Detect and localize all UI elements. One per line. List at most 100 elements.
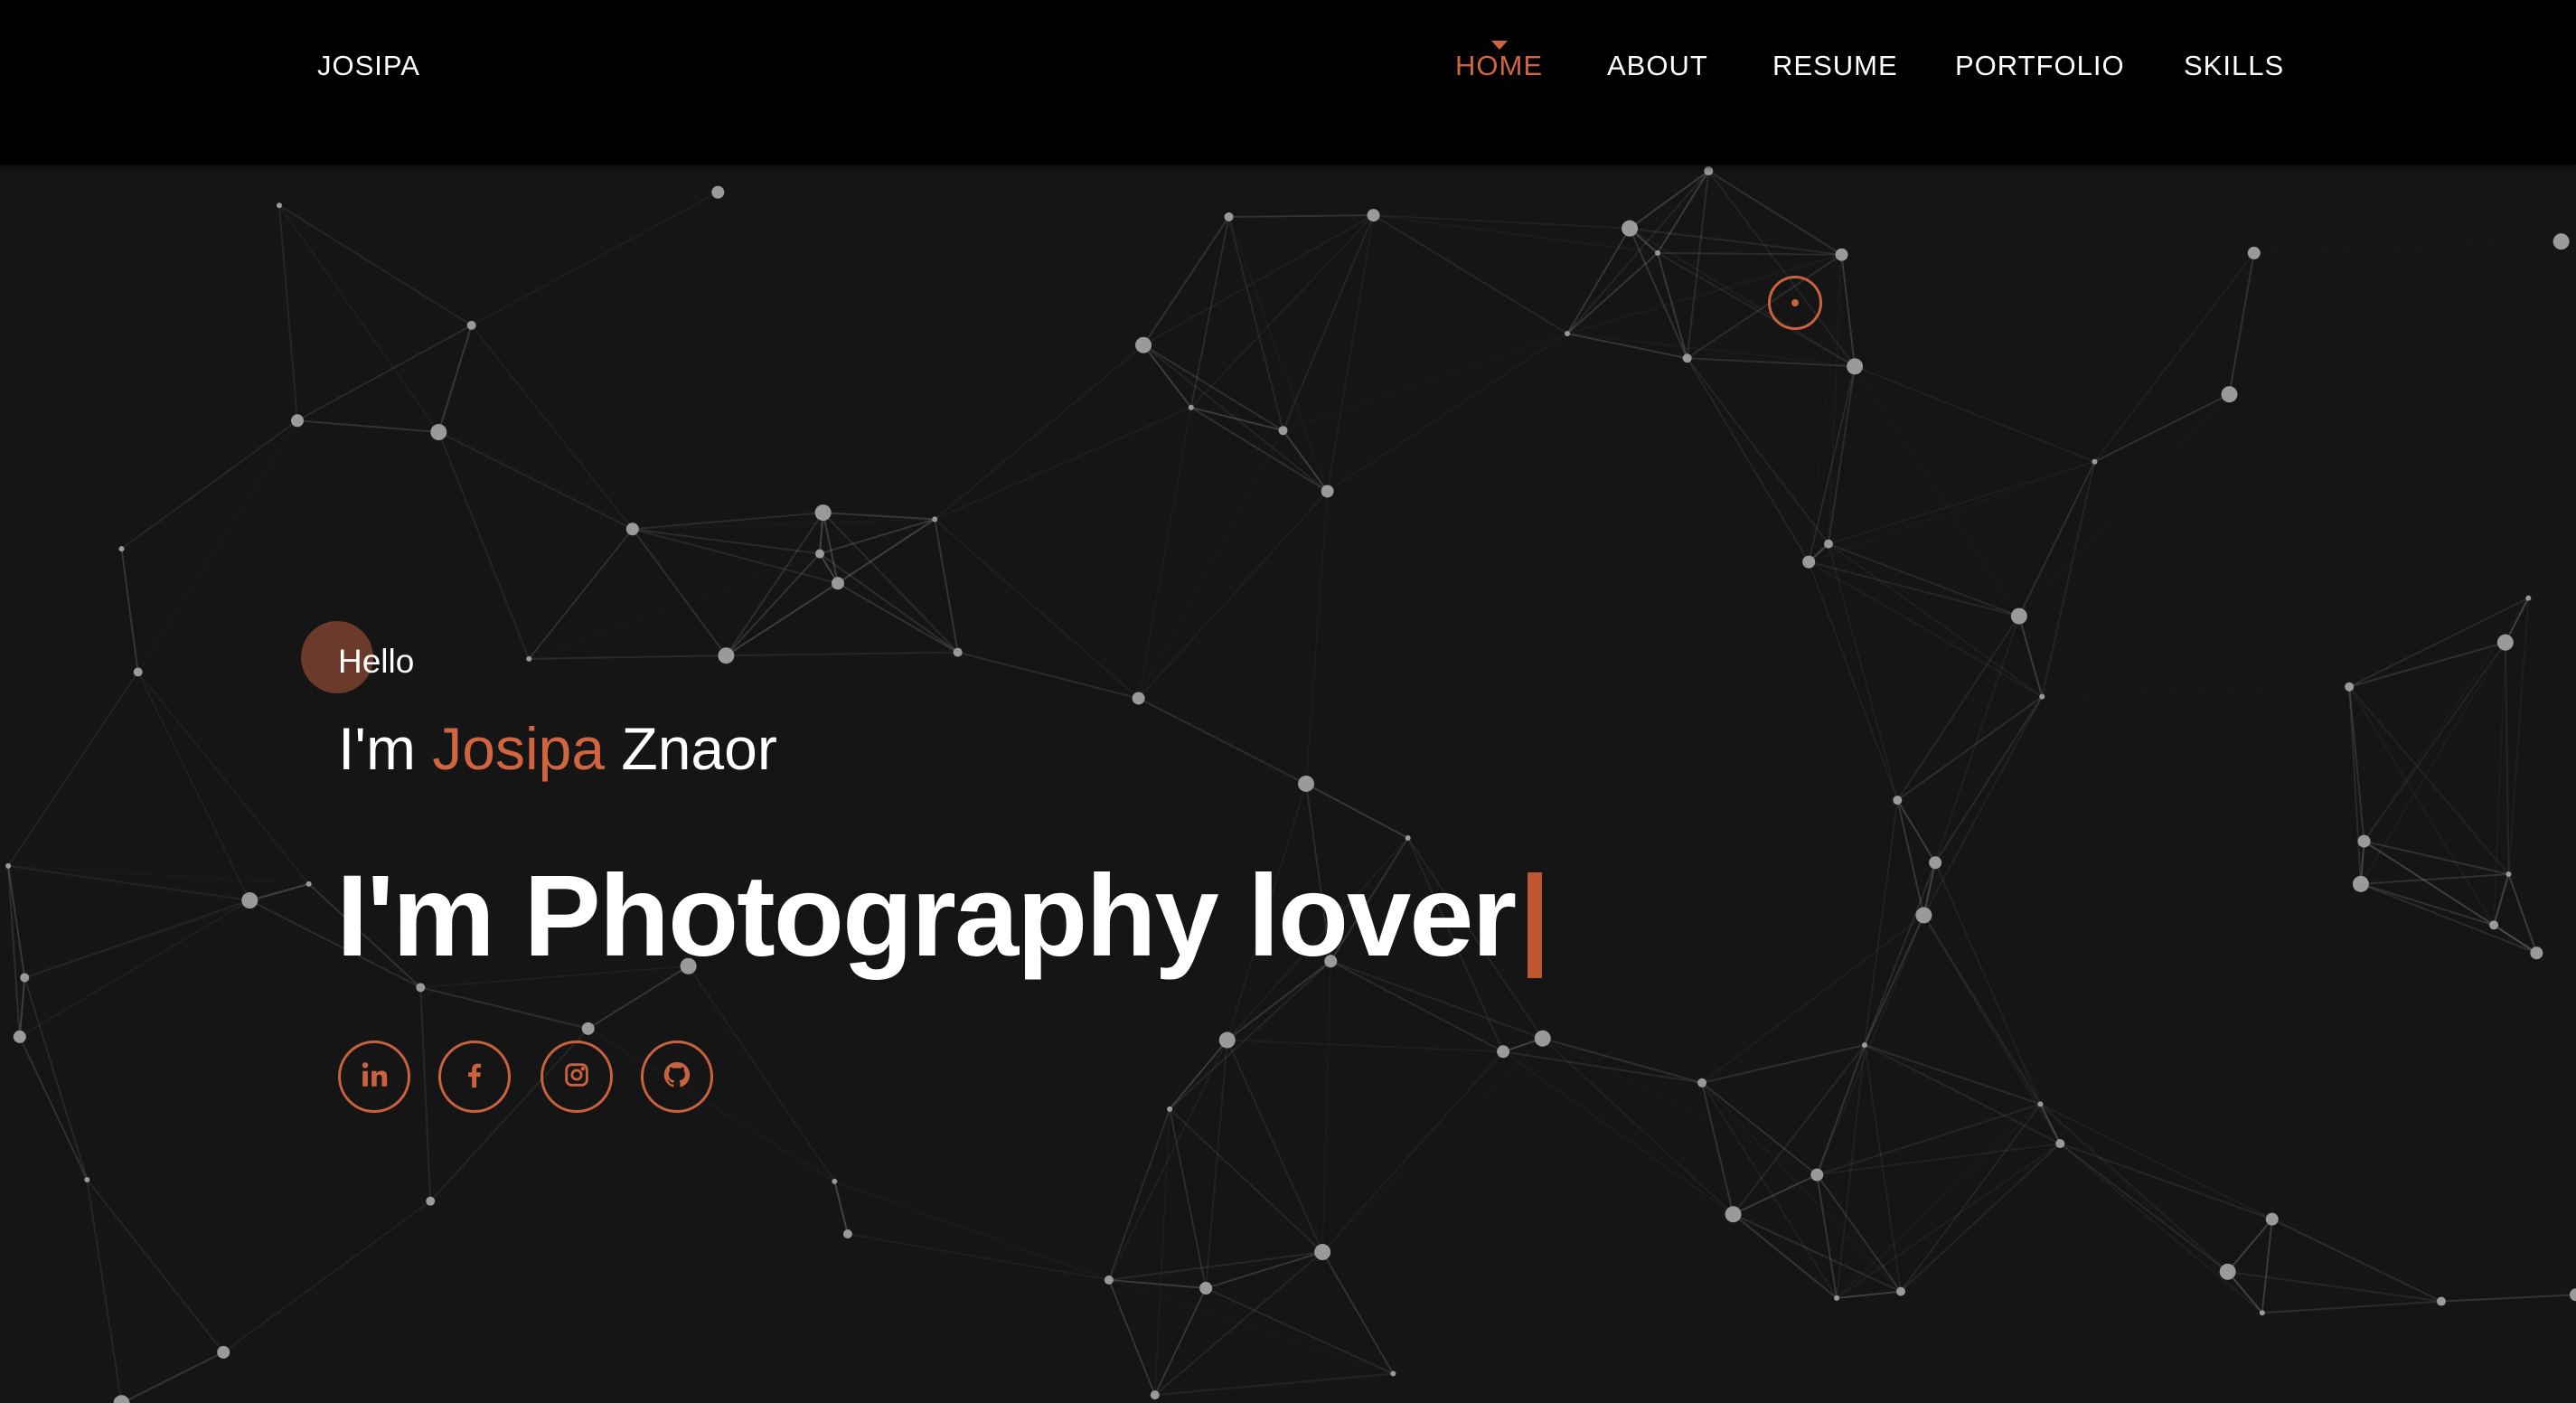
network-link [847, 1233, 1110, 1281]
network-node [1834, 1295, 1840, 1301]
network-link [1169, 1108, 1208, 1289]
network-link [1566, 170, 1710, 334]
network-link [1854, 365, 2020, 617]
network-node [113, 1395, 130, 1403]
network-link [1629, 228, 1688, 359]
network-node [416, 983, 426, 993]
network-link [136, 671, 310, 885]
network-link [1816, 1174, 1902, 1293]
network-link [1228, 214, 1374, 218]
network-link [2226, 1219, 2273, 1273]
network-link [471, 191, 719, 326]
network-link [819, 518, 935, 555]
network-link [1901, 1272, 2228, 1292]
network-node [1534, 1030, 1551, 1047]
network-link [689, 966, 848, 1234]
network-link [1282, 214, 1375, 431]
network-node [13, 1030, 26, 1043]
typing-caret [1528, 872, 1542, 978]
network-node [1367, 209, 1380, 222]
site-header: JOSIPA HOME ABOUT RESUME PORTFOLIO SKILL… [0, 0, 2576, 165]
network-link [529, 583, 838, 659]
network-link [20, 884, 309, 1037]
network-node [1654, 250, 1660, 256]
instagram-link[interactable] [541, 1040, 613, 1113]
network-link [1686, 357, 1829, 545]
network-node [1823, 539, 1833, 549]
network-link [1701, 1082, 1902, 1293]
network-link [1900, 1143, 2061, 1293]
network-node [1835, 248, 1848, 261]
network-link [1154, 1251, 1323, 1396]
network-link [1226, 1040, 1324, 1253]
network-link [24, 672, 137, 977]
network-link [837, 582, 959, 654]
network-link [1733, 1173, 1818, 1216]
network-link [8, 864, 309, 885]
network-link [437, 431, 531, 660]
network-link [1732, 1213, 1838, 1299]
network-link [588, 1027, 835, 1182]
network-link [419, 987, 432, 1201]
network-link [1327, 333, 1568, 493]
network-node [2055, 1139, 2065, 1149]
network-link [2059, 1143, 2263, 1314]
network-node [2265, 1212, 2279, 1226]
network-link [1896, 799, 1936, 863]
network-link [1142, 344, 1284, 432]
network-link [1169, 960, 1331, 1110]
network-link [2093, 252, 2255, 463]
network-node [814, 504, 832, 522]
nav-home[interactable]: HOME [1455, 41, 1543, 82]
network-node [2530, 946, 2543, 960]
network-link [1190, 406, 1329, 493]
network-link [1543, 1039, 1818, 1175]
network-link [1828, 460, 2095, 545]
network-link [1864, 862, 1937, 1046]
network-link [1896, 695, 2043, 801]
network-link [1864, 1044, 2041, 1106]
network-link [1137, 407, 1192, 699]
facebook-link[interactable] [438, 1040, 511, 1113]
nav-resume[interactable]: RESUME [1772, 50, 1898, 82]
network-node [953, 647, 963, 657]
network-link [2493, 642, 2506, 926]
network-link [18, 1036, 89, 1181]
network-link [833, 1181, 849, 1235]
github-icon [662, 1059, 692, 1095]
network-link [529, 654, 727, 660]
github-link[interactable] [641, 1040, 713, 1113]
network-node [2221, 386, 2238, 403]
custom-cursor [1768, 276, 1822, 330]
network-node [2092, 458, 2098, 465]
network-node [20, 973, 30, 983]
network-link [834, 1180, 1110, 1281]
brand-logo[interactable]: JOSIPA [317, 50, 420, 82]
network-node [2489, 920, 2499, 930]
greeting: Hello [338, 643, 415, 680]
nav-skills[interactable]: SKILLS [2184, 50, 2284, 82]
network-node [1810, 1168, 1824, 1182]
network-node [1697, 1078, 1707, 1088]
network-node [2496, 634, 2514, 651]
network-node [430, 424, 447, 441]
network-node [1622, 220, 1639, 237]
linkedin-link[interactable] [338, 1040, 410, 1113]
network-link [823, 512, 935, 521]
network-link [1283, 333, 1568, 432]
network-link [632, 518, 935, 531]
network-link [1808, 460, 2095, 563]
network-link [121, 1351, 224, 1403]
network-link [24, 882, 310, 979]
linkedin-icon [359, 1059, 390, 1095]
network-node [1725, 1206, 1742, 1223]
nav-portfolio[interactable]: PORTFOLIO [1955, 50, 2125, 82]
network-node [2247, 246, 2261, 259]
network-link [1686, 357, 1810, 563]
intro-last-name: Znaor [621, 715, 777, 782]
nav-about[interactable]: ABOUT [1607, 50, 1708, 82]
network-link [249, 882, 309, 902]
network-node [526, 655, 532, 662]
intro-first-name: Josipa [432, 715, 606, 782]
network-node [1390, 1370, 1396, 1377]
